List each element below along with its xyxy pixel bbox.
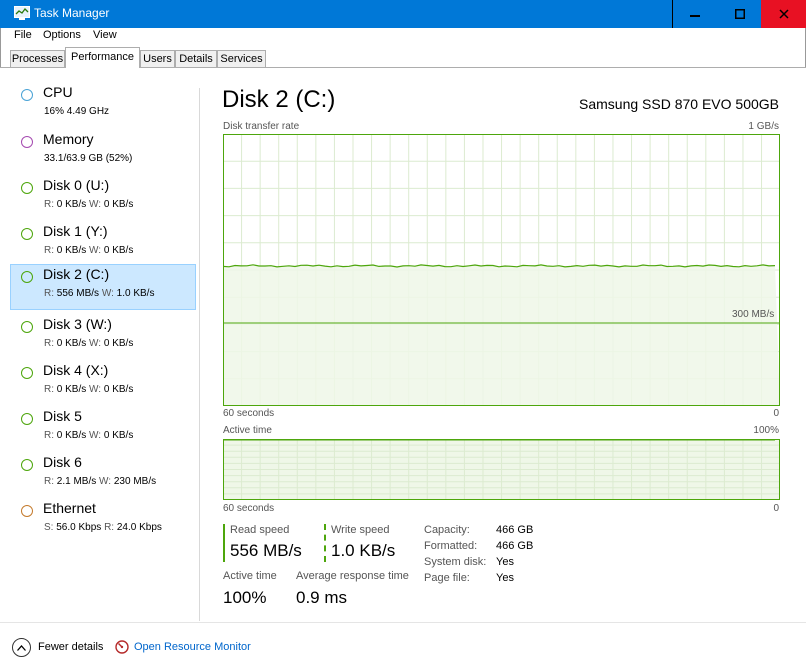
transfer-rate-area — [223, 264, 780, 406]
task-manager-app-icon — [14, 6, 30, 20]
memory-indicator-icon — [21, 136, 33, 148]
sidebar-item-disk-4[interactable]: Disk 4 (X:) R: 0 KB/s W: 0 KB/s — [10, 360, 196, 406]
sidebar-item-disk-0[interactable]: Disk 0 (U:) R: 0 KB/s W: 0 KB/s — [10, 175, 196, 221]
sidebar-item-label: Disk 4 (X:) — [43, 362, 109, 378]
sidebar-item-label: CPU — [43, 84, 73, 100]
sidebar-item-ethernet[interactable]: Ethernet S: 56.0 Kbps R: 24.0 Kbps — [10, 498, 196, 544]
transfer-rate-min-label: 0 — [773, 408, 779, 419]
transfer-rate-label: Disk transfer rate — [223, 121, 300, 132]
system-disk-label: System disk: — [424, 556, 487, 568]
sidebar-item-label: Disk 2 (C:) — [43, 266, 110, 282]
disk-indicator-icon — [21, 459, 33, 471]
formatted-label: Formatted: — [424, 540, 478, 552]
sidebar-item-disk-3[interactable]: Disk 3 (W:) R: 0 KB/s W: 0 KB/s — [10, 314, 196, 360]
sidebar-item-label: Disk 5 — [43, 408, 82, 424]
ethernet-indicator-icon — [21, 505, 33, 517]
sidebar-item-disk-6[interactable]: Disk 6 R: 2.1 MB/s W: 230 MB/s — [10, 452, 196, 498]
cpu-indicator-icon — [21, 89, 33, 101]
sidebar-item-value: S: 56.0 Kbps R: 24.0 Kbps — [44, 522, 162, 533]
transfer-rate-max-label: 1 GB/s — [748, 121, 779, 132]
fewer-details-button[interactable] — [12, 638, 31, 657]
sidebar-item-value: R: 0 KB/s W: 0 KB/s — [44, 245, 134, 256]
page-file-value: Yes — [496, 572, 514, 584]
sidebar-item-value: R: 0 KB/s W: 0 KB/s — [44, 199, 134, 210]
resource-monitor-icon[interactable] — [115, 640, 129, 654]
chevron-up-icon — [17, 644, 26, 651]
sidebar-item-label: Disk 3 (W:) — [43, 316, 112, 332]
response-time-value: 0.9 ms — [296, 588, 348, 607]
menu-options[interactable]: Options — [43, 29, 81, 41]
sidebar-item-value: 16% 4.49 GHz — [44, 106, 110, 117]
maximize-button[interactable] — [717, 0, 762, 28]
active-time-graph — [223, 439, 780, 500]
read-speed-label: Read speed — [230, 524, 290, 536]
minimize-icon — [690, 15, 700, 17]
sidebar-item-memory[interactable]: Memory 33.1/63.9 GB (52%) — [10, 129, 196, 175]
sidebar-item-label: Ethernet — [43, 500, 96, 516]
resource-sidebar: CPU 16% 4.49 GHz Memory 33.1/63.9 GB (52… — [0, 68, 199, 623]
capacity-label: Capacity: — [424, 524, 470, 536]
tab-performance[interactable]: Performance — [65, 47, 140, 68]
disk-indicator-icon — [21, 321, 33, 333]
task-manager-window: Task Manager File Options View Processes… — [0, 0, 806, 672]
sidebar-item-value: R: 0 KB/s W: 0 KB/s — [44, 338, 134, 349]
page-file-label: Page file: — [424, 572, 470, 584]
sidebar-item-label: Disk 1 (Y:) — [43, 223, 108, 239]
sidebar-item-cpu[interactable]: CPU 16% 4.49 GHz — [10, 82, 196, 128]
write-speed-marker — [324, 524, 326, 562]
sidebar-item-disk-1[interactable]: Disk 1 (Y:) R: 0 KB/s W: 0 KB/s — [10, 221, 196, 267]
active-time-stat-label: Active time — [223, 570, 277, 582]
menu-file[interactable]: File — [14, 29, 32, 41]
capacity-value: 466 GB — [496, 524, 534, 536]
transfer-rate-time-label: 60 seconds — [223, 408, 275, 419]
tab-services[interactable]: Services — [217, 50, 266, 67]
footer-divider — [0, 622, 806, 623]
tab-processes[interactable]: Processes — [10, 50, 65, 67]
disk-indicator-icon — [21, 228, 33, 240]
formatted-value: 466 GB — [496, 540, 534, 552]
transfer-rate-mid-label: 300 MB/s — [732, 309, 775, 320]
sidebar-item-label: Disk 6 — [43, 454, 82, 470]
read-speed-value: 556 MB/s — [230, 541, 302, 560]
sidebar-item-value: R: 0 KB/s W: 0 KB/s — [44, 384, 134, 395]
sidebar-item-label: Disk 0 (U:) — [43, 177, 110, 193]
active-time-time-label: 60 seconds — [223, 503, 275, 514]
menu-view[interactable]: View — [93, 29, 117, 41]
menu-bar: File Options View — [0, 28, 806, 46]
disk-indicator-icon — [21, 182, 33, 194]
disk-indicator-icon — [21, 367, 33, 379]
window-title: Task Manager — [34, 6, 110, 20]
sidebar-item-disk-2[interactable]: Disk 2 (C:) R: 556 MB/s W: 1.0 KB/s — [10, 264, 196, 310]
minimize-button[interactable] — [672, 0, 717, 28]
fewer-details-link[interactable]: Fewer details — [38, 641, 103, 653]
close-icon — [778, 9, 789, 19]
maximize-icon — [734, 9, 745, 19]
page-title: Disk 2 (C:) — [222, 86, 336, 113]
active-time-stat-value: 100% — [223, 588, 267, 607]
active-time-label: Active time — [223, 425, 272, 436]
sidebar-item-disk-5[interactable]: Disk 5 R: 0 KB/s W: 0 KB/s — [10, 406, 196, 452]
title-bar: Task Manager — [0, 0, 806, 28]
disk-indicator-icon — [21, 413, 33, 425]
response-time-label: Average response time — [296, 570, 409, 582]
tab-details[interactable]: Details — [175, 50, 217, 67]
active-time-min-label: 0 — [773, 503, 779, 514]
transfer-rate-graph — [223, 134, 780, 406]
tab-users[interactable]: Users — [140, 50, 175, 67]
write-speed-value: 1.0 KB/s — [331, 541, 396, 560]
open-resource-monitor-link[interactable]: Open Resource Monitor — [134, 641, 251, 653]
sidebar-item-label: Memory — [43, 131, 94, 147]
system-disk-value: Yes — [496, 556, 514, 568]
device-model: Samsung SSD 870 EVO 500GB — [579, 96, 779, 112]
close-button[interactable] — [761, 0, 806, 28]
sidebar-divider — [199, 88, 200, 621]
sidebar-item-value: R: 556 MB/s W: 1.0 KB/s — [44, 288, 155, 299]
sidebar-item-value: R: 0 KB/s W: 0 KB/s — [44, 430, 134, 441]
write-speed-label: Write speed — [331, 524, 390, 536]
disk-indicator-icon — [21, 271, 33, 283]
active-time-max-label: 100% — [753, 425, 779, 436]
read-speed-marker — [223, 524, 225, 562]
sidebar-item-value: 33.1/63.9 GB (52%) — [44, 153, 133, 164]
sidebar-item-value: R: 2.1 MB/s W: 230 MB/s — [44, 476, 157, 487]
